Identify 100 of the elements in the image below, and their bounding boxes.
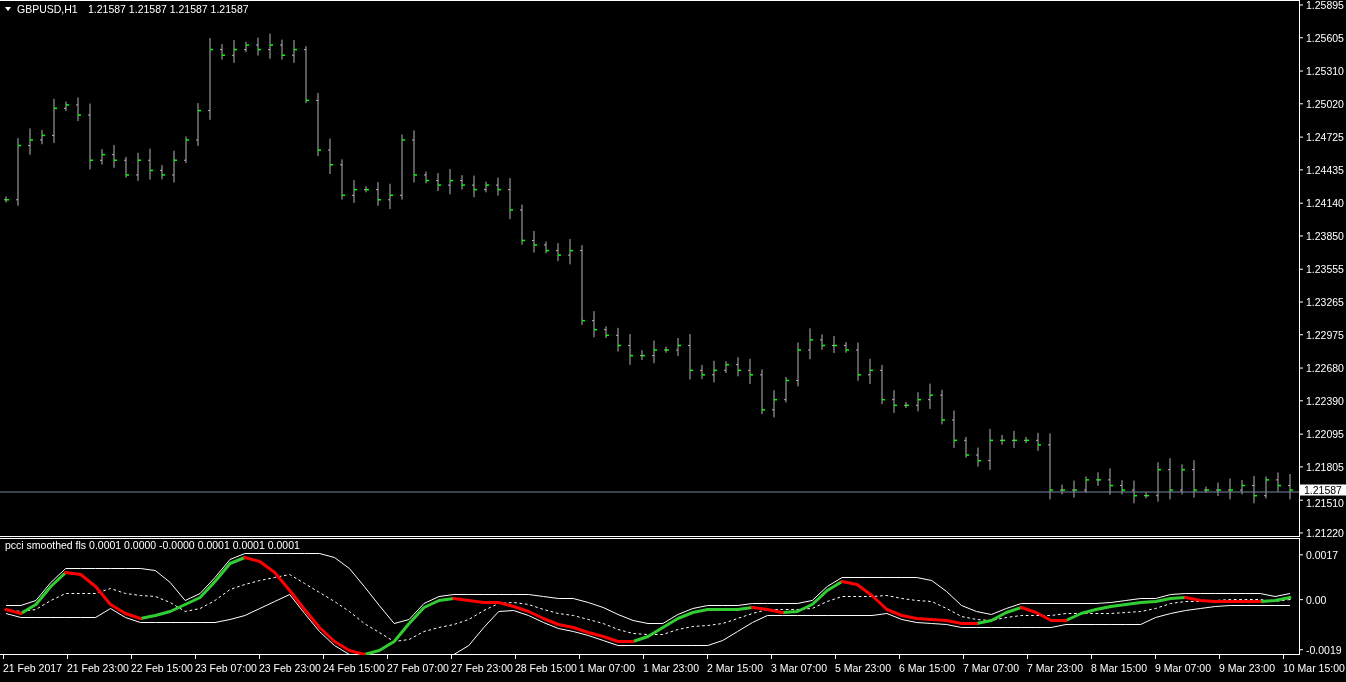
price-close-mark	[954, 439, 957, 442]
time-axis-label: 10 Mar 15:00	[1283, 662, 1345, 674]
price-close-mark	[6, 199, 9, 201]
axis-tick-icon	[451, 655, 452, 660]
current-price-label: 1.21587	[1300, 483, 1346, 496]
price-close-mark	[198, 109, 201, 112]
price-close-mark	[90, 159, 93, 161]
time-axis-label: 22 Feb 15:00	[131, 662, 193, 674]
price-axis-label: 1.22975	[1306, 328, 1344, 341]
price-close-mark	[450, 179, 453, 182]
price-close-mark	[942, 419, 945, 421]
price-close-mark	[846, 349, 849, 351]
time-axis-label: 6 Mar 15:00	[899, 662, 956, 674]
price-close-mark	[534, 244, 537, 246]
price-close-mark	[702, 374, 705, 376]
price-close-mark	[366, 188, 369, 191]
time-axis-label: 23 Feb 07:00	[195, 662, 257, 674]
price-close-mark	[498, 188, 501, 191]
price-axis-label: 1.24435	[1306, 163, 1344, 176]
price-close-mark	[1014, 439, 1017, 442]
price-close-mark	[66, 104, 69, 106]
price-axis-label: 1.23850	[1306, 229, 1344, 242]
price-close-mark	[882, 398, 885, 401]
price-axis-label: 1.23555	[1306, 263, 1344, 276]
price-close-mark	[474, 188, 477, 191]
price-close-mark	[1086, 479, 1089, 481]
price-close-mark	[1194, 489, 1197, 491]
ref-line-label: 1.21587	[1304, 483, 1343, 496]
price-close-mark	[54, 107, 57, 110]
price-close-mark	[486, 184, 489, 186]
price-close-mark	[918, 398, 921, 401]
price-close-mark	[18, 144, 21, 147]
indicator-axis-label: -0.0019	[1306, 643, 1342, 655]
time-axis-label: 5 Mar 23:00	[835, 662, 892, 674]
price-close-mark	[546, 249, 549, 252]
price-close-mark	[774, 398, 777, 401]
price-close-mark	[582, 319, 585, 322]
price-close-mark	[558, 254, 561, 256]
price-axis-label: 1.25605	[1306, 31, 1344, 44]
price-close-mark	[438, 184, 441, 186]
price-close-mark	[390, 194, 393, 196]
price-close-mark	[1146, 494, 1149, 497]
price-close-mark	[246, 44, 249, 46]
price-axis-label: 1.25020	[1306, 97, 1344, 110]
price-close-mark	[1026, 439, 1029, 442]
time-axis-label: 1 Mar 23:00	[643, 662, 700, 674]
price-close-mark	[1074, 489, 1077, 491]
price-close-mark	[522, 239, 525, 242]
price-close-mark	[42, 134, 45, 137]
price-axis-label: 1.25310	[1306, 65, 1344, 78]
price-axis-label: 1.25895	[1306, 0, 1344, 11]
price-axis-label: 1.24725	[1306, 131, 1344, 144]
dropdown-triangle-icon[interactable]	[5, 7, 11, 11]
time-axis-label: 7 Mar 23:00	[1027, 662, 1084, 674]
price-close-mark	[714, 369, 717, 372]
price-close-mark	[1242, 484, 1245, 487]
price-close-mark	[1278, 484, 1281, 487]
price-close-mark	[1206, 489, 1209, 491]
indicator-label: pcci smoothed fls 0.0001 0.0000 -0.0000 0.0001 0.0001 0.0001	[5, 539, 300, 551]
time-axis-label: 27 Feb 23:00	[451, 662, 513, 674]
price-close-mark	[114, 159, 117, 161]
price-close-mark	[234, 48, 237, 51]
price-close-mark	[1050, 489, 1053, 491]
price-close-mark	[306, 99, 309, 102]
price-close-mark	[1122, 489, 1125, 491]
price-close-mark	[186, 139, 189, 141]
time-axis-label: 28 Feb 15:00	[515, 662, 577, 674]
price-close-mark	[654, 349, 657, 351]
price-close-mark	[810, 339, 813, 341]
price-close-mark	[1134, 494, 1137, 497]
time-axis-label: 7 Mar 07:00	[963, 662, 1020, 674]
time-axis-label: 9 Mar 23:00	[1219, 662, 1276, 674]
price-close-mark	[870, 369, 873, 372]
indicator-axis-label: 0.00	[1306, 593, 1327, 606]
price-close-mark	[318, 149, 321, 151]
price-close-mark	[966, 454, 969, 456]
price-close-mark	[210, 48, 213, 51]
price-close-mark	[414, 174, 417, 176]
price-close-mark	[1062, 489, 1065, 491]
price-close-mark	[1158, 468, 1161, 471]
price-close-mark	[30, 139, 33, 141]
price-close-mark	[834, 344, 837, 347]
price-close-mark	[222, 54, 225, 56]
time-axis-label: 2 Mar 15:00	[707, 662, 764, 674]
price-close-mark	[666, 349, 669, 351]
price-close-mark	[990, 439, 993, 442]
price-close-mark	[150, 169, 153, 172]
price-close-mark	[462, 184, 465, 186]
quote-values: 1.21587 1.21587 1.21587 1.21587	[88, 3, 249, 15]
price-axis-label: 1.24140	[1306, 197, 1344, 210]
time-axis-label: 23 Feb 23:00	[259, 662, 321, 674]
price-close-mark	[630, 354, 633, 357]
price-close-mark	[738, 369, 741, 372]
price-close-mark	[1110, 484, 1113, 487]
price-close-mark	[930, 394, 933, 396]
price-close-mark	[750, 374, 753, 376]
price-close-mark	[402, 139, 405, 141]
price-close-mark	[606, 334, 609, 337]
time-axis-label: 3 Mar 07:00	[771, 662, 828, 674]
price-close-mark	[1002, 439, 1005, 442]
